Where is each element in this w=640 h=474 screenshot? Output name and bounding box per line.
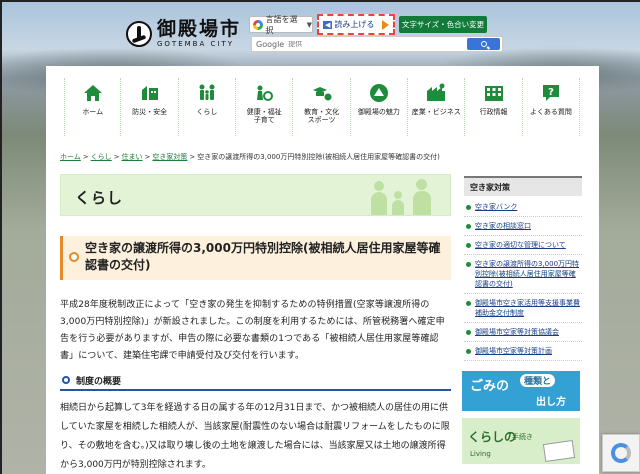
bullet-icon — [466, 349, 471, 354]
garbage-guide-banner[interactable]: ごみの 種類と 出し方 — [462, 371, 580, 411]
living-procedures-banner[interactable]: くらしの 手続き Living — [462, 418, 580, 464]
nav-living[interactable]: くらし — [179, 78, 237, 136]
subheading-bullet-icon — [62, 376, 70, 384]
speaker-icon: ◀ — [323, 20, 333, 29]
recaptcha-icon — [611, 443, 631, 463]
nav-home[interactable]: ホーム — [64, 78, 122, 136]
nav-label: 防災・安全 — [132, 108, 168, 116]
nav-label: 行政情報 — [479, 108, 508, 116]
sidebar-link[interactable]: 御殿場市空家等対策協議会 — [464, 323, 582, 342]
logo-jp: 御殿場市 — [157, 18, 242, 40]
page-title: 空き家の譲渡所得の3,000万円特別控除(被相続人居住用家屋等確認書の交付) — [85, 241, 441, 272]
nav-disaster-safety[interactable]: 防災・安全 — [121, 78, 179, 136]
nav-business[interactable]: 産業・ビジネス — [408, 78, 466, 136]
bullet-icon — [466, 330, 471, 335]
breadcrumb-home[interactable]: ホーム — [60, 153, 81, 161]
banner-text: 種類と — [520, 374, 556, 387]
recaptcha-badge[interactable] — [602, 434, 640, 472]
family-silhouette-icon — [368, 177, 440, 215]
sidebar-link[interactable]: 御殿場市空家等対策計画 — [464, 342, 582, 361]
chevron-down-icon: ▼ — [306, 20, 312, 29]
bullet-icon — [466, 262, 471, 267]
bullet-icon — [466, 301, 471, 306]
heading-bullet-icon — [69, 252, 79, 262]
subheading-text: 制度の概要 — [76, 377, 122, 387]
site-logo[interactable]: 御殿場市 GOTEMBA CITY — [126, 18, 241, 50]
sidebar-links: 空き家バンク 空き家の相談窓口 空き家の適切な管理について 空き家の譲渡所得の3… — [464, 198, 582, 361]
search-button[interactable] — [467, 38, 500, 50]
bullet-icon — [466, 243, 471, 248]
nav-label: よくある質問 — [529, 108, 572, 116]
government-icon — [484, 86, 503, 101]
breadcrumb-living[interactable]: くらし — [91, 153, 112, 161]
intro-paragraph: 平成28年度税制改正によって「空き家の発生を抑制するための特例措置(空家等譲渡所… — [60, 300, 445, 361]
nav-education-culture[interactable]: 教育・文化 スポーツ — [293, 78, 351, 136]
page-title-box: 空き家の譲渡所得の3,000万円特別控除(被相続人居住用家屋等確認書の交付) — [60, 236, 451, 280]
banner-text: 出し方 — [536, 397, 566, 408]
health-welfare-icon — [257, 85, 274, 101]
google-icon — [253, 19, 263, 30]
read-aloud-button[interactable]: ◀ 読み上げる — [317, 14, 395, 35]
play-icon — [382, 19, 389, 30]
nav-health-welfare[interactable]: 健康・福祉 子育て — [236, 78, 294, 136]
nav-attraction[interactable]: 御殿場の魅力 — [351, 78, 409, 136]
banner-text: くらしの — [468, 430, 517, 444]
document-icon — [542, 440, 576, 462]
overview-paragraph: 相続日から起算して3年を経過する日の属する年の12月31日まで、かつ被相続人の居… — [60, 403, 450, 470]
home-icon — [83, 85, 102, 101]
faq-icon: ? — [542, 85, 559, 101]
bullet-icon — [466, 224, 471, 229]
font-color-label: 文字サイズ・色合い変更 — [401, 20, 485, 29]
banner-text: ごみの — [470, 379, 510, 394]
subheading-overview: 制度の概要 — [60, 371, 451, 391]
disaster-safety-icon — [141, 86, 158, 100]
business-icon — [427, 83, 446, 101]
nav-label: ホーム — [82, 108, 104, 116]
search-icon — [480, 41, 487, 47]
site-search: Google — [251, 36, 503, 52]
language-select[interactable]: 言語を選択 ▼ — [249, 14, 313, 35]
city-emblem-icon — [126, 21, 152, 47]
banner-text: Living — [470, 450, 491, 458]
breadcrumb: ホーム > くらし > 住まい > 空き家対策 > 空き家の譲渡所得の3,000万円特別控除(被… — [60, 153, 440, 161]
svg-text:?: ? — [548, 87, 554, 98]
sidebar-link[interactable]: 御殿場市空き家活用等支援事業費補助金交付制度 — [464, 294, 582, 323]
search-brand: Google — [256, 39, 285, 49]
read-aloud-label: 読み上げる — [334, 20, 375, 29]
nav-label: 御殿場の魅力 — [357, 108, 400, 116]
section-banner: くらし — [60, 174, 451, 216]
logo-en: GOTEMBA CITY — [157, 40, 234, 48]
sidebar-link[interactable]: 空き家の適切な管理について — [464, 236, 582, 255]
font-color-button[interactable]: 文字サイズ・色合い変更 — [399, 16, 487, 33]
breadcrumb-current: 空き家の譲渡所得の3,000万円特別控除(被相続人居住用家屋等確認書の交付) — [197, 153, 440, 161]
breadcrumb-vacant-house[interactable]: 空き家対策 — [152, 153, 187, 161]
language-select-label: 言語を選択 — [265, 14, 298, 35]
main-content-card: ホーム 防災・安全 くらし 健康・福祉 子育て 教育・文化 スポーツ 御殿場の魅… — [46, 66, 599, 474]
sidebar-link[interactable]: 空き家の譲渡所得の3,000万円特別控除(被相続人居住用家屋等確認書の交付) — [464, 255, 582, 294]
sidebar-title: 空き家対策 — [464, 176, 582, 196]
sidebar-link[interactable]: 空き家の相談窓口 — [464, 217, 582, 236]
attraction-icon — [369, 84, 388, 102]
section-banner-title: くらし — [75, 189, 124, 207]
education-culture-icon — [312, 87, 332, 101]
breadcrumb-housing[interactable]: 住まい — [122, 153, 143, 161]
nav-label: 教育・文化 スポーツ — [304, 108, 340, 124]
global-nav: ホーム 防災・安全 くらし 健康・福祉 子育て 教育・文化 スポーツ 御殿場の魅… — [64, 78, 581, 136]
banner-text: 手続き — [512, 433, 533, 441]
search-input[interactable] — [288, 40, 449, 48]
family-icon — [199, 84, 215, 100]
nav-label: 健康・福祉 子育て — [246, 108, 282, 124]
sidebar-link[interactable]: 空き家バンク — [464, 198, 582, 217]
bullet-icon — [466, 205, 471, 210]
nav-label: くらし — [196, 108, 218, 116]
nav-label: 産業・ビジネス — [411, 108, 461, 116]
nav-government[interactable]: 行政情報 — [465, 78, 523, 136]
nav-faq[interactable]: ? よくある質問 — [523, 78, 581, 136]
